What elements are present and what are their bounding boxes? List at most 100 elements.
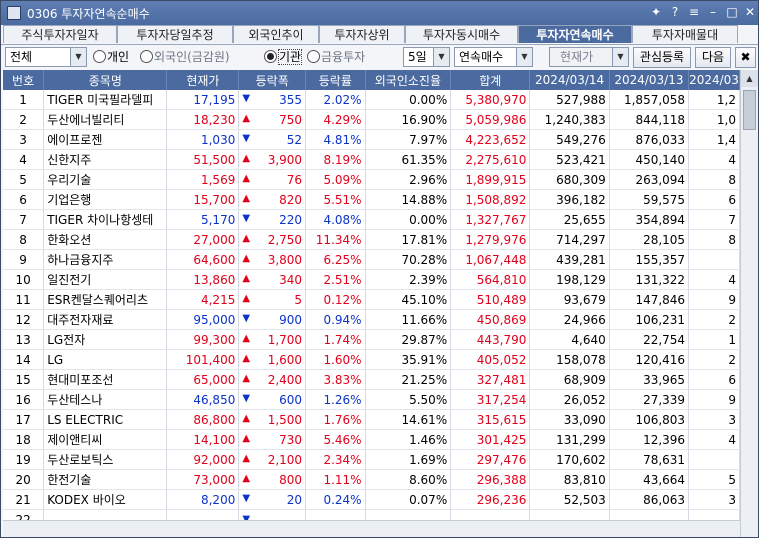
sum-value: 2,275,610	[450, 149, 531, 170]
col-name[interactable]: 종목명	[43, 70, 168, 90]
row-no: 17	[3, 409, 45, 430]
radio-individual[interactable]: 개인	[93, 48, 129, 66]
table-row[interactable]: 1 TIGER 미국필라델피 17,195 ▼ 355 2.02% 0.00% 5,380,9…	[3, 90, 740, 110]
table-row[interactable]: 13 LG전자 99,300 ▲ 1,700 1.74% 29.87% 443,790 4,64…	[3, 329, 740, 350]
stock-name[interactable]: 두산에너빌리티	[43, 109, 168, 130]
col-sum[interactable]: 합계	[450, 70, 531, 90]
stock-name[interactable]: KODEX 바이오	[43, 489, 168, 510]
table-row[interactable]: 10 일진전기 13,860 ▲ 340 2.51% 2.39% 564,810 198,129…	[3, 269, 740, 290]
stock-name[interactable]: 두산로보틱스	[43, 449, 168, 470]
table-row[interactable]: 15 현대미포조선 65,000 ▲ 2,400 3.83% 21.25% 327,481 68…	[3, 369, 740, 390]
vertical-scrollbar[interactable]: ▲	[740, 70, 758, 537]
menu-icon[interactable]: ≡	[686, 4, 702, 20]
row-no: 15	[3, 369, 45, 390]
col-foreign[interactable]: 외국인소진율	[365, 70, 452, 90]
stock-name[interactable]: 한화오션	[43, 229, 168, 250]
stock-name[interactable]: 우리기술	[43, 169, 168, 190]
stock-name[interactable]: 신한지주	[43, 149, 168, 170]
col-change[interactable]: 등락폭	[238, 70, 307, 90]
current-price: 18,230	[166, 109, 240, 130]
tab-investor-supply[interactable]: 투자자매물대	[632, 25, 738, 43]
table-row[interactable]: 18 제이앤티씨 14,100 ▲ 730 5.46% 1.46% 301,425 131,29…	[3, 429, 740, 450]
horizontal-scrollbar[interactable]	[3, 520, 740, 537]
stock-name[interactable]: 하나금융지주	[43, 249, 168, 270]
change-value: 52	[286, 132, 303, 147]
table-row[interactable]: 16 두산테스나 46,850 ▼ 600 1.26% 5.50% 317,254 26,052…	[3, 389, 740, 410]
table-row[interactable]: 2 두산에너빌리티 18,230 ▲ 750 4.29% 16.90% 5,059,986 1,…	[3, 109, 740, 130]
stock-name[interactable]: 기업은행	[43, 189, 168, 210]
tab-investor-simultaneous[interactable]: 투자자동시매수	[405, 25, 518, 43]
minimize-icon[interactable]: –	[705, 4, 721, 20]
table-row[interactable]: 21 KODEX 바이오 8,200 ▼ 20 0.24% 0.07% 296,236 52,5…	[3, 489, 740, 510]
col-rate[interactable]: 등락률	[305, 70, 366, 90]
tab-foreign-trend[interactable]: 외국인추이	[233, 25, 319, 43]
stock-name[interactable]: 제이앤티씨	[43, 429, 168, 450]
table-row[interactable]: 5 우리기술 1,569 ▲ 76 5.09% 2.96% 1,899,915 680,309 2…	[3, 169, 740, 190]
stock-name[interactable]: 한전기술	[43, 469, 168, 490]
date2-value: 27,339	[609, 389, 690, 410]
table-row[interactable]: 20 한전기술 73,000 ▲ 800 1.11% 8.60% 296,388 83,810 4…	[3, 469, 740, 490]
help-icon[interactable]: ?	[667, 4, 683, 20]
up-arrow-icon: ▲	[242, 232, 251, 244]
watch-register-button[interactable]: 관심등록	[633, 47, 691, 68]
stock-name[interactable]: 현대미포조선	[43, 369, 168, 390]
stock-name[interactable]: LG전자	[43, 329, 168, 350]
tab-investor-estimate[interactable]: 투자자당일추정	[117, 25, 233, 43]
stock-name[interactable]: 대주전자재료	[43, 309, 168, 330]
mode-select[interactable]: 연속매수 ▼	[454, 47, 533, 67]
radio-circle-icon	[140, 50, 153, 63]
next-button[interactable]: 다음	[695, 47, 731, 68]
radio-foreign[interactable]: 외국인(금감원)	[140, 48, 230, 66]
tab-investor-top[interactable]: 투자자상위	[319, 25, 405, 43]
table-row[interactable]: 9 하나금융지주 64,600 ▲ 3,800 6.25% 70.28% 1,067,448 4…	[3, 249, 740, 270]
change-cell: ▲ 1,600	[238, 349, 307, 370]
stock-name[interactable]: LS ELECTRIC	[43, 409, 168, 430]
foreign-ratio: 7.97%	[365, 129, 452, 150]
table-row[interactable]: 12 대주전자재료 95,000 ▼ 900 0.94% 11.66% 450,869 24,9…	[3, 309, 740, 330]
col-price[interactable]: 현재가	[166, 70, 240, 90]
date1-value: 83,810	[529, 469, 610, 490]
table-row[interactable]: 14 LG 101,400 ▲ 1,600 1.60% 35.91% 405,052 158,0…	[3, 349, 740, 370]
col-date1[interactable]: 2024/03/14	[529, 70, 610, 90]
table-row[interactable]: 3 에이프로젠 1,030 ▼ 52 4.81% 7.97% 4,223,652 549,276…	[3, 129, 740, 150]
scroll-thumb[interactable]	[743, 90, 756, 130]
close-icon[interactable]: ✕	[742, 4, 758, 20]
radio-finance[interactable]: 금융투자	[307, 48, 365, 66]
change-value: 220	[279, 212, 303, 227]
pin-icon[interactable]: ✦	[648, 4, 664, 20]
col-no[interactable]: 번호	[3, 70, 45, 90]
table-row[interactable]: 7 TIGER 차이나항셍테 5,170 ▼ 220 4.08% 0.00% 1,327,76…	[3, 209, 740, 230]
date2-value: 12,396	[609, 429, 690, 450]
stock-name[interactable]: LG	[43, 349, 168, 370]
col-date3[interactable]: 2024/03	[688, 70, 740, 90]
tab-investor-daily[interactable]: 주식투자자일자	[3, 25, 117, 43]
date3-value	[688, 449, 740, 470]
stock-name[interactable]: 일진전기	[43, 269, 168, 290]
col-date2[interactable]: 2024/03/13	[609, 70, 690, 90]
days-select[interactable]: 5일 ▼	[403, 47, 450, 67]
stock-name[interactable]: 두산테스나	[43, 389, 168, 410]
grid-settings-icon[interactable]: ✖	[735, 47, 756, 68]
stock-name[interactable]: TIGER 차이나항셍테	[43, 209, 168, 230]
table-row[interactable]: 17 LS ELECTRIC 86,800 ▲ 1,500 1.76% 14.61% 315,…	[3, 409, 740, 430]
scroll-up-icon[interactable]: ▲	[741, 70, 758, 87]
market-select[interactable]: 전체 ▼	[5, 47, 87, 67]
table-row[interactable]: 8 한화오션 27,000 ▲ 2,750 11.34% 17.81% 1,279,976 71…	[3, 229, 740, 250]
main-window: 0306 투자자연속순매수 ✦ ? ≡ – □ ✕ 주식투자자일자 투자자당일추…	[0, 0, 759, 538]
radio-institution[interactable]: 기관	[264, 48, 303, 66]
table-row[interactable]: 4 신한지주 51,500 ▲ 3,900 8.19% 61.35% 2,275,610 523…	[3, 149, 740, 170]
maximize-icon[interactable]: □	[724, 4, 740, 20]
stock-name[interactable]: TIGER 미국필라델피	[43, 90, 168, 110]
investor-table: 번호 종목명 현재가 등락폭 등락률 외국인소진율 합계 2024/03/14 …	[3, 70, 740, 530]
change-value: 3,800	[267, 252, 303, 267]
stock-name[interactable]: 에이프로젠	[43, 129, 168, 150]
table-row[interactable]: 6 기업은행 15,700 ▲ 820 5.51% 14.88% 1,508,892 396,1…	[3, 189, 740, 210]
price-select[interactable]: 현재가 ▼	[549, 47, 629, 67]
date1-value: 4,640	[529, 329, 610, 350]
tab-investor-consecutive[interactable]: 투자자연속매수	[518, 25, 632, 43]
sum-value: 1,899,915	[450, 169, 531, 190]
table-row[interactable]: 11 ESR켄달스퀘어리츠 4,215 ▲ 5 0.12% 45.10% 510,489 93,…	[3, 289, 740, 310]
stock-name[interactable]: ESR켄달스퀘어리츠	[43, 289, 168, 310]
date1-value: 33,090	[529, 409, 610, 430]
table-row[interactable]: 19 두산로보틱스 92,000 ▲ 2,100 2.34% 1.69% 297,476 170…	[3, 449, 740, 470]
